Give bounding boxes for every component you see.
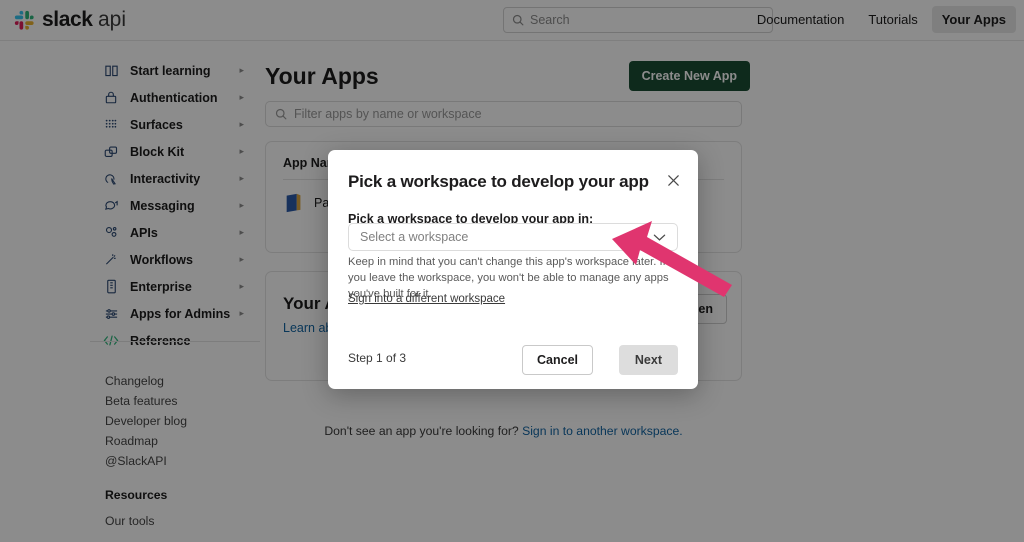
pick-workspace-modal: Pick a workspace to develop your app Pic… — [328, 150, 698, 389]
next-button[interactable]: Next — [618, 345, 678, 375]
workspace-select-field[interactable]: Select a workspace — [348, 223, 678, 251]
cancel-button[interactable]: Cancel — [522, 345, 593, 375]
chevron-down-icon — [653, 234, 666, 241]
app-root: slack api Search Documentation Tutorials… — [0, 0, 1024, 542]
workspace-select-value: Select a workspace — [360, 230, 469, 244]
close-x-glyph — [667, 174, 679, 186]
modal-title: Pick a workspace to develop your app — [348, 172, 649, 191]
sign-into-different-workspace-link[interactable]: Sign into a different workspace — [348, 293, 505, 305]
close-icon[interactable] — [664, 171, 682, 189]
modal-step-indicator: Step 1 of 3 — [348, 351, 407, 365]
